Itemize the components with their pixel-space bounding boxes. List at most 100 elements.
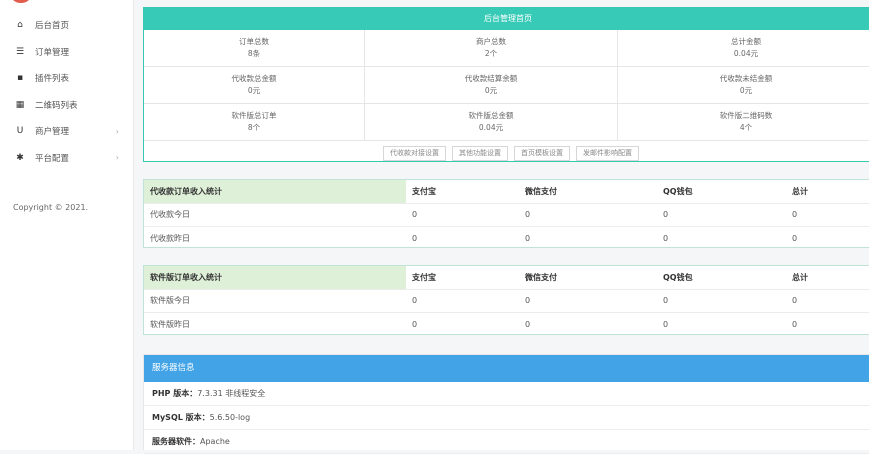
stat-software-amount: 软件版总金额 0.04元 <box>365 104 618 141</box>
stat-software-orders: 软件版总订单 8个 <box>144 104 365 141</box>
stat-value: 8条 <box>247 49 261 58</box>
stat-value: 4个 <box>739 123 753 132</box>
gear-icon: ✱ <box>16 152 24 163</box>
chevron-right-icon: › <box>115 153 119 163</box>
stat-value: 0.04元 <box>733 49 759 58</box>
collection-integration-settings-button[interactable]: 代收款对接设置 <box>383 145 446 161</box>
stat-label: 代收款总金额 <box>231 74 277 83</box>
table-cell: 0 <box>406 289 519 313</box>
stat-value: 0元 <box>484 86 498 95</box>
server-info-card: 服务器信息 PHP 版本：7.3.31 非线程安全 MySQL 版本：5.6.5… <box>143 354 869 454</box>
server-software: 服务器软件：Apache <box>144 430 869 454</box>
table-cell: 0 <box>657 289 786 313</box>
list-icon: ☰ <box>15 46 25 57</box>
main-content: 后台管理首页 订单总数 8条 商户总数 2个 总计金额 0.04元 代收款总金额… <box>143 0 869 454</box>
software-income-table: 软件版订单收入统计 支付宝 微信支付 QQ钱包 总计 软件版今日 0 0 0 0… <box>144 266 869 336</box>
stat-label: 代收款未结金额 <box>719 74 773 83</box>
table-cell: 0 <box>525 319 531 329</box>
stat-label: 商户总数 <box>476 37 506 46</box>
server-info-key: MySQL 版本： <box>152 413 210 422</box>
sidebar-item-orders[interactable]: ☰ 订单管理 <box>0 39 133 66</box>
sidebar-item-plugins[interactable]: ▪ 插件列表 <box>0 65 133 92</box>
server-info-key: PHP 版本： <box>152 389 198 398</box>
sidebar-item-label: 平台配置 <box>35 153 70 164</box>
server-info-title: 服务器信息 <box>144 355 869 382</box>
server-info-key: 服务器软件： <box>152 437 200 446</box>
table-header: QQ钱包 <box>657 180 786 204</box>
sidebar-item-label: 二维码列表 <box>35 100 78 111</box>
table-header: 微信支付 <box>519 180 657 204</box>
stat-software-qrcodes: 软件版二维码数 4个 <box>618 104 869 141</box>
table-header: 支付宝 <box>406 266 519 290</box>
sidebar-item-home[interactable]: ⌂ 后台首页 <box>0 12 133 39</box>
table-row: 软件版今日 0 0 0 0 <box>144 289 869 313</box>
table-cell: 0 <box>519 289 657 313</box>
stat-label: 软件版总金额 <box>468 111 514 120</box>
table-cell: 0 <box>657 203 786 227</box>
table-cell: 0 <box>412 319 418 329</box>
sidebar-item-label: 后台首页 <box>35 21 70 32</box>
stat-collection-unsettled: 代收款未结金额 0元 <box>618 67 869 104</box>
chevron-right-icon: › <box>115 126 119 136</box>
stat-total-amount: 总计金额 0.04元 <box>618 30 869 67</box>
homepage-template-settings-button[interactable]: 首页模板设置 <box>514 145 570 161</box>
table-row: 代收款昨日 0 0 0 0 <box>144 227 869 250</box>
table-cell: 0 <box>406 203 519 227</box>
table-cell: 0 <box>792 233 798 243</box>
sidebar-item-label: 订单管理 <box>35 47 70 58</box>
sidebar-item-merchants[interactable]: U 商户管理 › <box>0 118 133 145</box>
table-row: 软件版昨日 0 0 0 0 <box>144 313 869 336</box>
table-cell: 软件版今日 <box>144 289 406 313</box>
table-cell: 0 <box>525 233 531 243</box>
qrcode-icon: ▦ <box>15 99 25 110</box>
email-config-button[interactable]: 发邮件影响配置 <box>576 145 639 161</box>
sidebar-nav: ⌂ 后台首页 ☰ 订单管理 ▪ 插件列表 ▦ 二维码列表 U 商户管理 › ✱ … <box>0 12 133 171</box>
table-cell: 0 <box>792 319 798 329</box>
table-cell: 0 <box>663 319 669 329</box>
stat-label: 代收款结算余额 <box>464 74 518 83</box>
table-header-row: 代收款订单收入统计 支付宝 微信支付 QQ钱包 总计 <box>144 180 869 204</box>
stat-value: 0元 <box>739 86 753 95</box>
plugin-icon: ▪ <box>16 73 24 84</box>
stat-label: 软件版总订单 <box>231 111 277 120</box>
sidebar-item-label: 插件列表 <box>35 74 70 85</box>
table-header: 微信支付 <box>519 266 657 290</box>
logo <box>12 0 30 3</box>
sidebar-item-qrcodes[interactable]: ▦ 二维码列表 <box>0 92 133 119</box>
sidebar-item-platform-config[interactable]: ✱ 平台配置 › <box>0 145 133 172</box>
other-function-settings-button[interactable]: 其他功能设置 <box>452 145 508 161</box>
sidebar-item-label: 商户管理 <box>35 127 70 138</box>
table-cell: 代收款昨日 <box>150 233 190 243</box>
stat-label: 软件版二维码数 <box>719 111 773 120</box>
table-row: 代收款今日 0 0 0 0 <box>144 203 869 227</box>
stat-value: 2个 <box>484 49 498 58</box>
collection-income-table: 代收款订单收入统计 支付宝 微信支付 QQ钱包 总计 代收款今日 0 0 0 0… <box>144 180 869 250</box>
overview-card: 后台管理首页 订单总数 8条 商户总数 2个 总计金额 0.04元 代收款总金额… <box>143 7 869 162</box>
table-cell: 软件版昨日 <box>150 319 190 329</box>
settings-button-row: 代收款对接设置 其他功能设置 首页模板设置 发邮件影响配置 <box>144 141 869 165</box>
table-header: QQ钱包 <box>657 266 786 290</box>
table-header: 总计 <box>786 180 869 204</box>
stats-grid: 订单总数 8条 商户总数 2个 总计金额 0.04元 代收款总金额 0元 代收款… <box>144 30 869 141</box>
table-cell: 0 <box>663 233 669 243</box>
user-icon: U <box>16 126 24 137</box>
server-info-value: 5.6.50-log <box>209 413 251 422</box>
stat-label: 订单总数 <box>239 37 269 46</box>
server-info-value: 7.3.31 非线程安全 <box>197 389 266 398</box>
software-income-table-card: 软件版订单收入统计 支付宝 微信支付 QQ钱包 总计 软件版今日 0 0 0 0… <box>143 265 869 335</box>
stat-value: 8个 <box>247 123 261 132</box>
stat-merchant-count: 商户总数 2个 <box>365 30 618 67</box>
table-header: 总计 <box>786 266 869 290</box>
overview-title: 后台管理首页 <box>144 8 869 30</box>
copyright: Copyright © 2021. <box>13 203 89 212</box>
collection-income-table-card: 代收款订单收入统计 支付宝 微信支付 QQ钱包 总计 代收款今日 0 0 0 0… <box>143 179 869 248</box>
table-cell: 0 <box>786 289 869 313</box>
table-header: 代收款订单收入统计 <box>144 180 406 204</box>
table-cell: 0 <box>412 233 418 243</box>
stat-collection-settled-balance: 代收款结算余额 0元 <box>365 67 618 104</box>
table-header: 支付宝 <box>406 180 519 204</box>
server-mysql-version: MySQL 版本：5.6.50-log <box>144 406 869 430</box>
table-cell: 0 <box>519 203 657 227</box>
stat-value: 0.04元 <box>478 123 504 132</box>
table-header-row: 软件版订单收入统计 支付宝 微信支付 QQ钱包 总计 <box>144 266 869 290</box>
